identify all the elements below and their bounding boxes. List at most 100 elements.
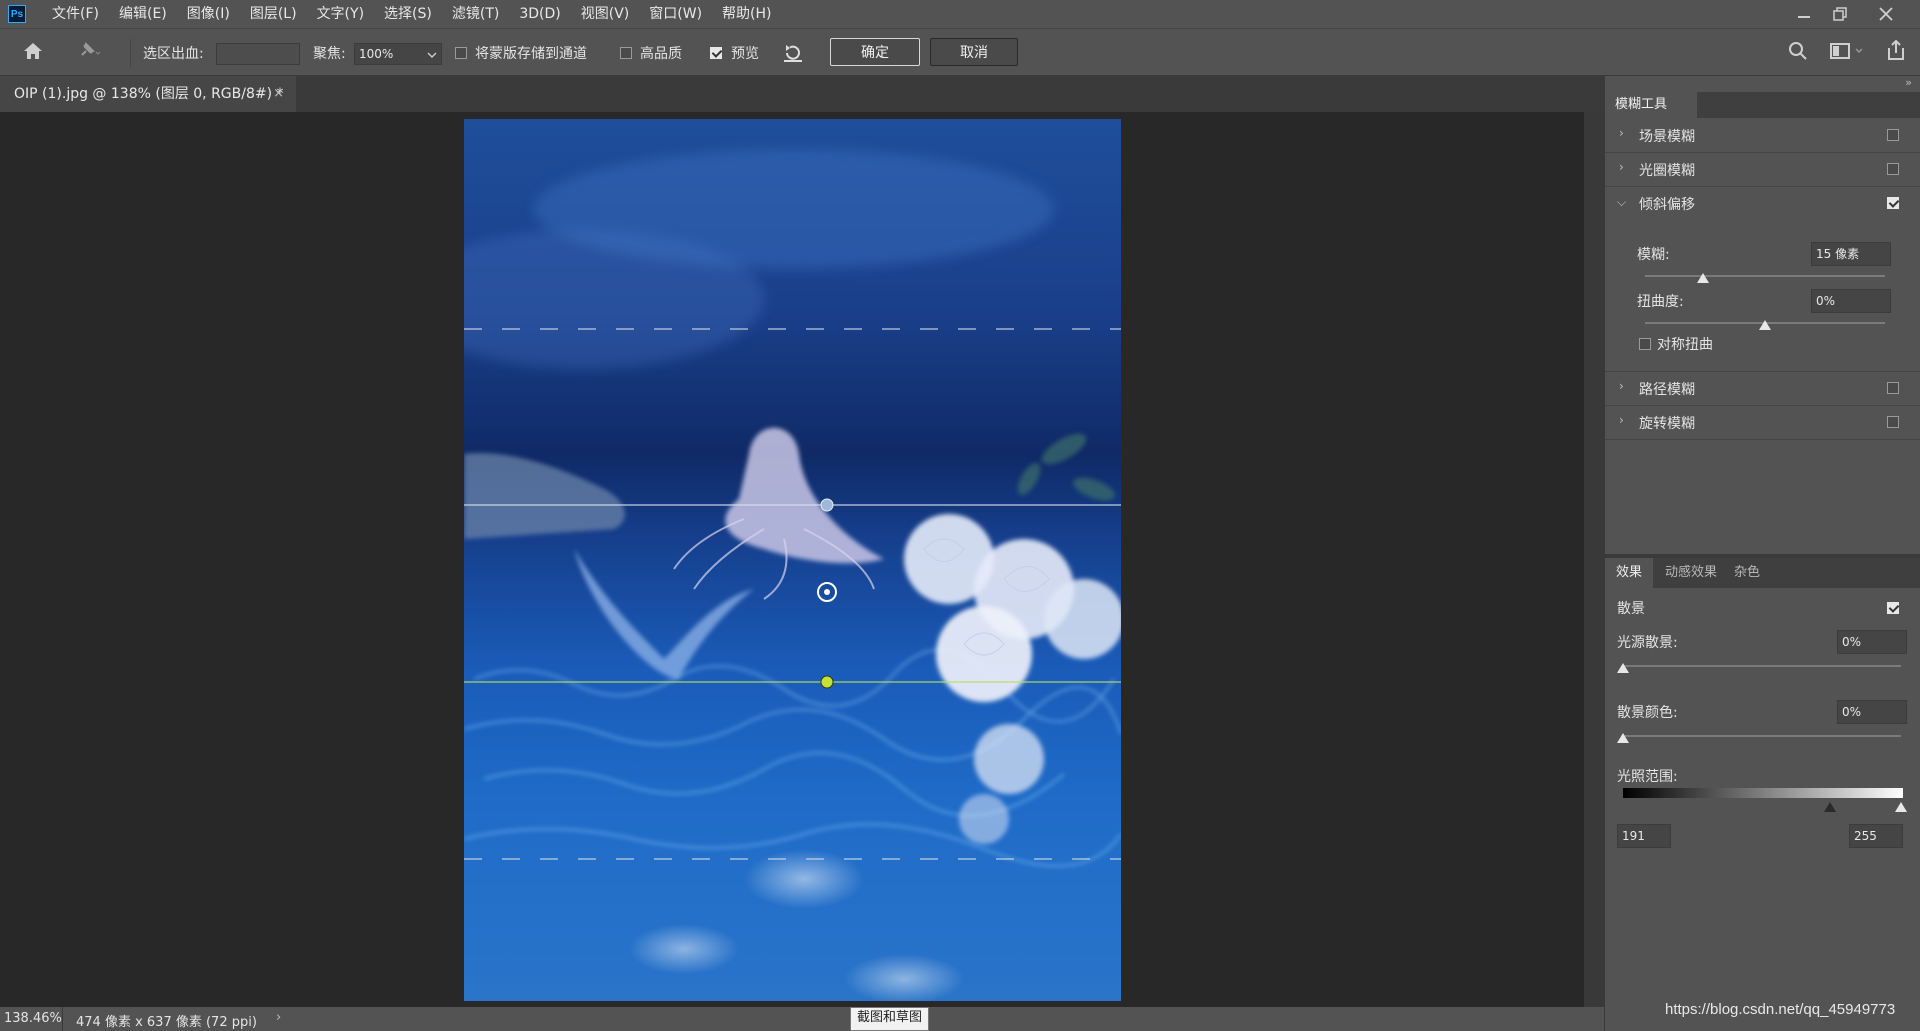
- divider: [130, 39, 131, 67]
- reset-icon[interactable]: [782, 43, 804, 67]
- light-bokeh-slider-thumb[interactable]: [1617, 663, 1629, 673]
- distortion-slider-thumb[interactable]: [1759, 320, 1771, 330]
- menu-bar: Ps 文件(F) 编辑(E) 图像(I) 图层(L) 文字(Y) 选择(S) 滤…: [0, 0, 1920, 28]
- bokeh-color-label: 散景颜色:: [1617, 705, 1678, 721]
- light-range-gradient[interactable]: [1623, 788, 1903, 798]
- document-tab[interactable]: OIP (1).jpg @ 138% (图层 0, RGB/8#) * ×: [0, 76, 296, 112]
- cancel-button[interactable]: 取消: [930, 38, 1018, 66]
- chevron-right-icon: ›: [1619, 160, 1624, 174]
- selection-bleed-label: 选区出血:: [143, 46, 204, 62]
- section-label: 场景模糊: [1639, 129, 1695, 145]
- focus-value: 100%: [359, 47, 394, 61]
- watermark-text: https://blog.csdn.net/qq_45949773: [1665, 1001, 1896, 1018]
- field-blur-checkbox[interactable]: [1887, 129, 1899, 141]
- mermaid-painting: [464, 119, 1121, 1001]
- symmetric-distortion-checkbox[interactable]: [1639, 338, 1651, 350]
- pin-tool-icon[interactable]: [76, 41, 101, 65]
- menu-type[interactable]: 文字(Y): [307, 0, 374, 28]
- high-quality-label: 高品质: [640, 46, 682, 62]
- workspace-icon[interactable]: [1830, 42, 1864, 64]
- light-range-high-thumb[interactable]: [1895, 802, 1907, 812]
- bokeh-color-field[interactable]: 0%: [1837, 700, 1907, 724]
- tooltip: 截图和草图: [850, 1007, 930, 1031]
- section-path-blur[interactable]: › 路径模糊: [1605, 371, 1920, 405]
- blur-amount-field[interactable]: 15 像素: [1811, 242, 1891, 266]
- section-label: 路径模糊: [1639, 382, 1695, 398]
- blur-panel: » 模糊工具 › 场景模糊 › 光圈模糊 ⌵ 倾斜偏移 模糊: 15 像素 扭曲…: [1604, 76, 1920, 1031]
- section-spin-blur[interactable]: › 旋转模糊: [1605, 405, 1920, 439]
- preview-label: 预览: [731, 46, 759, 62]
- collapse-panel-icon[interactable]: »: [1905, 76, 1912, 89]
- search-icon[interactable]: [1788, 41, 1808, 65]
- blur-tools-tab[interactable]: 模糊工具: [1605, 92, 1697, 118]
- blur-slider-track[interactable]: [1645, 275, 1885, 277]
- bokeh-color-slider-thumb[interactable]: [1617, 733, 1629, 743]
- status-bar: 138.46% 474 像素 x 637 像素 (72 ppi) › 截图和草图: [0, 1007, 1604, 1031]
- menu-view[interactable]: 视图(V): [571, 0, 640, 28]
- tab-motion-effects[interactable]: 动感效果: [1659, 558, 1723, 588]
- chevron-right-icon: ›: [1619, 379, 1624, 393]
- high-quality-checkbox[interactable]: [620, 47, 632, 59]
- menu-layer[interactable]: 图层(L): [240, 0, 307, 28]
- home-icon[interactable]: [22, 41, 44, 65]
- menu-window[interactable]: 窗口(W): [639, 0, 712, 28]
- menu-edit[interactable]: 编辑(E): [109, 0, 177, 28]
- iris-blur-checkbox[interactable]: [1887, 163, 1899, 175]
- menu-select[interactable]: 选择(S): [374, 0, 442, 28]
- save-mask-label: 将蒙版存储到通道: [475, 46, 587, 62]
- path-blur-checkbox[interactable]: [1887, 382, 1899, 394]
- photoshop-logo: Ps: [8, 5, 26, 23]
- menu-file[interactable]: 文件(F): [42, 0, 109, 28]
- restore-icon[interactable]: [1822, 0, 1858, 28]
- save-mask-checkbox[interactable]: [455, 47, 467, 59]
- light-range-high-field[interactable]: 255: [1849, 824, 1903, 848]
- menu-help[interactable]: 帮助(H): [712, 0, 781, 28]
- blur-slider-thumb[interactable]: [1696, 273, 1709, 283]
- spin-blur-checkbox[interactable]: [1887, 416, 1899, 428]
- vertical-scrollbar[interactable]: [1584, 112, 1604, 1007]
- selection-bleed-field[interactable]: [216, 43, 300, 65]
- symmetric-distortion-label: 对称扭曲: [1657, 337, 1713, 353]
- zoom-level[interactable]: 138.46%: [4, 1011, 62, 1026]
- close-tab-icon[interactable]: ×: [273, 76, 284, 112]
- tab-effects[interactable]: 效果: [1605, 558, 1653, 588]
- chevron-down-icon: [427, 52, 437, 58]
- ok-button[interactable]: 确定: [830, 38, 920, 66]
- blur-amount-label: 模糊:: [1637, 247, 1670, 263]
- light-range-low-thumb[interactable]: [1824, 802, 1836, 812]
- minimize-icon[interactable]: [1786, 0, 1822, 28]
- section-iris-blur[interactable]: › 光圈模糊: [1605, 152, 1920, 186]
- section-field-blur[interactable]: › 场景模糊: [1605, 118, 1920, 152]
- section-label: 倾斜偏移: [1639, 197, 1695, 213]
- bokeh-checkbox[interactable]: [1887, 602, 1899, 614]
- section-label: 光圈模糊: [1639, 163, 1695, 179]
- tab-noise[interactable]: 杂色: [1727, 558, 1767, 588]
- focus-field[interactable]: 100%: [354, 43, 442, 65]
- document-tab-title: OIP (1).jpg @ 138% (图层 0, RGB/8#) *: [14, 86, 284, 102]
- document-info: 474 像素 x 637 像素 (72 ppi): [76, 1015, 257, 1030]
- bokeh-color-slider-track[interactable]: [1623, 735, 1901, 737]
- light-bokeh-field[interactable]: 0%: [1837, 630, 1907, 654]
- menu-3d[interactable]: 3D(D): [509, 0, 570, 28]
- chevron-down-icon: ⌵: [1617, 195, 1627, 209]
- menu-image[interactable]: 图像(I): [177, 0, 240, 28]
- distortion-field[interactable]: 0%: [1811, 289, 1891, 313]
- share-icon[interactable]: [1886, 39, 1906, 65]
- light-bokeh-label: 光源散景:: [1617, 635, 1678, 651]
- chevron-right-icon: ›: [1619, 413, 1624, 427]
- menu-filter[interactable]: 滤镜(T): [442, 0, 509, 28]
- light-range-label: 光照范围:: [1617, 769, 1678, 785]
- section-tilt-shift[interactable]: ⌵ 倾斜偏移: [1605, 186, 1920, 220]
- close-icon[interactable]: [1868, 0, 1904, 28]
- section-label: 旋转模糊: [1639, 416, 1695, 432]
- preview-checkbox[interactable]: [710, 47, 722, 59]
- distortion-label: 扭曲度:: [1637, 294, 1684, 310]
- bokeh-label: 散景: [1617, 601, 1645, 617]
- light-range-low-field[interactable]: 191: [1617, 824, 1671, 848]
- chevron-right-icon: ›: [1619, 126, 1624, 140]
- focus-label: 聚焦:: [313, 46, 346, 62]
- tilt-shift-checkbox[interactable]: [1887, 197, 1899, 209]
- chevron-right-icon[interactable]: ›: [276, 1010, 281, 1025]
- light-bokeh-slider-track[interactable]: [1623, 665, 1901, 667]
- document-image[interactable]: [464, 119, 1121, 1001]
